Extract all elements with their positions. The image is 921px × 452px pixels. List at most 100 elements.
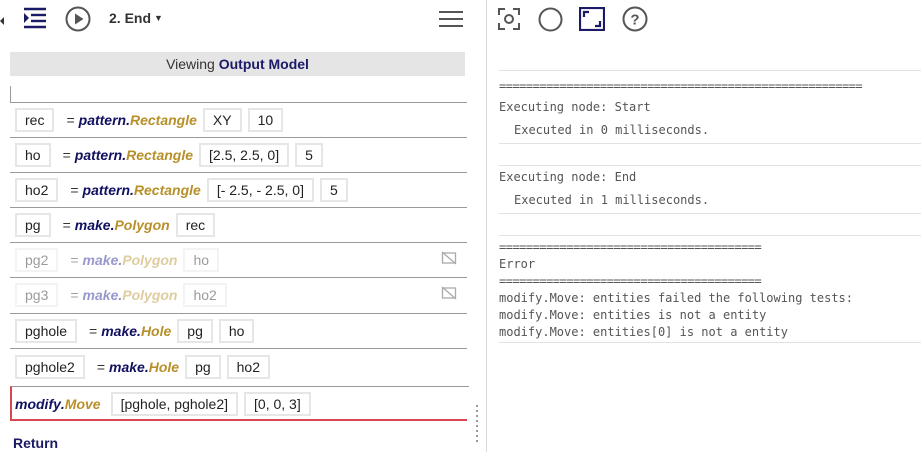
procedure-line-disabled[interactable]: pg3 = make. Polygon ho2 [10, 277, 467, 312]
function-name: Hole [148, 359, 180, 375]
console-separator [499, 235, 921, 236]
argument-field[interactable]: [pghole, pghole2] [110, 391, 239, 416]
module-name: modify [15, 395, 61, 412]
console-separator [499, 143, 921, 144]
procedure-line-disabled[interactable]: pg2 = make. Polygon ho [10, 242, 467, 277]
disabled-statement: pg3 = make. Polygon ho2 [10, 283, 227, 307]
help-icon[interactable]: ? [622, 6, 648, 37]
variable-name[interactable]: ho2 [15, 178, 59, 202]
argument-field[interactable]: pg [185, 355, 221, 379]
console-line: Executing node: Start [499, 100, 651, 114]
disabled-statement: pg2 = make. Polygon ho [10, 248, 220, 272]
console-separator [499, 165, 921, 166]
equals-sign: = [62, 217, 71, 233]
resize-grip-icon[interactable] [476, 402, 482, 442]
disabled-eye-icon[interactable] [441, 286, 457, 303]
argument-field[interactable]: 10 [247, 108, 284, 132]
console-line: ======================================= [499, 274, 762, 288]
equals-sign: = [70, 182, 79, 198]
console-line: ======================================= [499, 240, 762, 254]
procedure-line[interactable]: pg = make. Polygon rec [10, 207, 467, 242]
viewing-model: Output Model [218, 56, 309, 72]
module-name: pattern [82, 182, 130, 198]
focus-icon[interactable] [497, 7, 521, 36]
function-name: Hole [140, 323, 172, 339]
module-name: pattern [78, 112, 127, 128]
flowchart-editor-panel: 2. End ▼ Viewing Output Model rec = patte… [0, 0, 478, 452]
variable-name[interactable]: pg [15, 213, 51, 237]
console-error-line: modify.Move: entities failed the followi… [499, 291, 854, 305]
procedure-line[interactable]: ho = pattern. Rectangle [2.5, 2.5, 0] 5 [10, 137, 467, 172]
equals-sign: = [62, 147, 71, 163]
console-separator [499, 70, 921, 71]
function-name: Rectangle [133, 182, 201, 198]
equals-sign: = [66, 112, 75, 128]
function-name: Rectangle [126, 147, 194, 163]
return-statement[interactable]: Return [13, 435, 58, 451]
function-name: Polygon [122, 287, 178, 303]
function-name: Rectangle [129, 112, 197, 128]
node-selector-label: 2. End [109, 10, 152, 26]
function-name: Move [64, 395, 101, 412]
procedure-line[interactable]: rec = pattern. Rectangle XY 10 [10, 102, 467, 137]
console-panel: ? [487, 0, 921, 452]
procedure-line[interactable]: ho2 = pattern. Rectangle [- 2.5, - 2.5, 0… [10, 172, 467, 207]
module-name: make [82, 287, 119, 303]
module-name: make [109, 359, 145, 375]
equals-sign: = [70, 287, 79, 303]
procedure-line[interactable]: pghole2 = make. Hole pg ho2 [10, 348, 467, 385]
chevron-down-icon: ▼ [154, 13, 163, 23]
procedure-top-edge [10, 86, 11, 102]
variable-name[interactable]: pg3 [15, 283, 59, 307]
variable-name[interactable]: pghole [15, 319, 78, 343]
svg-text:?: ? [630, 12, 639, 29]
module-name: make [74, 217, 111, 233]
procedure-line[interactable]: pghole = make. Hole pg ho [10, 313, 467, 348]
viewing-prefix: Viewing [166, 56, 215, 72]
variable-name[interactable]: ho [15, 143, 51, 167]
function-name: Polygon [122, 252, 178, 268]
collapse-arrow-icon[interactable] [0, 17, 4, 25]
console-line: ========================================… [499, 79, 863, 93]
argument-field[interactable]: XY [202, 108, 242, 132]
variable-name[interactable]: pghole2 [15, 355, 85, 379]
console-separator [499, 213, 921, 214]
module-name: make [101, 323, 138, 339]
console-error-line: modify.Move: entities[0] is not a entity [499, 325, 788, 339]
fit-screen-icon[interactable] [578, 6, 606, 36]
argument-field[interactable]: ho2 [183, 283, 227, 307]
argument-field[interactable]: 5 [295, 143, 323, 167]
active-procedure-line[interactable]: modify. Move [pghole, pghole2] [0, 0, 3] [10, 386, 469, 420]
play-icon[interactable] [65, 6, 91, 37]
console-line: Executing node: End [499, 170, 637, 184]
argument-field[interactable]: rec [175, 213, 216, 237]
equals-sign: = [89, 323, 98, 339]
function-name: Polygon [114, 217, 170, 233]
argument-field[interactable]: ho2 [226, 355, 270, 379]
console-line: Executed in 1 milliseconds. [514, 193, 710, 207]
hamburger-menu-icon[interactable] [439, 10, 463, 33]
indent-icon[interactable] [23, 7, 47, 36]
variable-name[interactable]: pg2 [15, 248, 59, 272]
circle-icon[interactable] [538, 7, 563, 37]
module-name: make [82, 252, 119, 268]
console-error-line: modify.Move: entities is not a entity [499, 308, 767, 322]
equals-sign: = [96, 359, 106, 375]
argument-field[interactable]: [2.5, 2.5, 0] [199, 143, 290, 167]
argument-field[interactable]: pg [177, 319, 213, 343]
console-separator [499, 342, 921, 343]
argument-field[interactable]: ho [218, 319, 255, 343]
argument-field[interactable]: ho [183, 248, 220, 272]
viewing-banner: Viewing Output Model [10, 52, 465, 76]
argument-field[interactable]: [- 2.5, - 2.5, 0] [206, 178, 314, 202]
argument-field[interactable]: [0, 0, 3] [244, 391, 311, 416]
editor-toolbar: 2. End ▼ [0, 0, 476, 40]
active-line-underline [10, 419, 467, 421]
argument-field[interactable]: 5 [319, 178, 348, 202]
node-selector[interactable]: 2. End ▼ [109, 10, 163, 26]
equals-sign: = [70, 252, 79, 268]
module-name: pattern [74, 147, 123, 163]
console-error-title: Error [499, 257, 536, 271]
disabled-eye-icon[interactable] [441, 251, 457, 268]
variable-name[interactable]: rec [15, 108, 55, 132]
